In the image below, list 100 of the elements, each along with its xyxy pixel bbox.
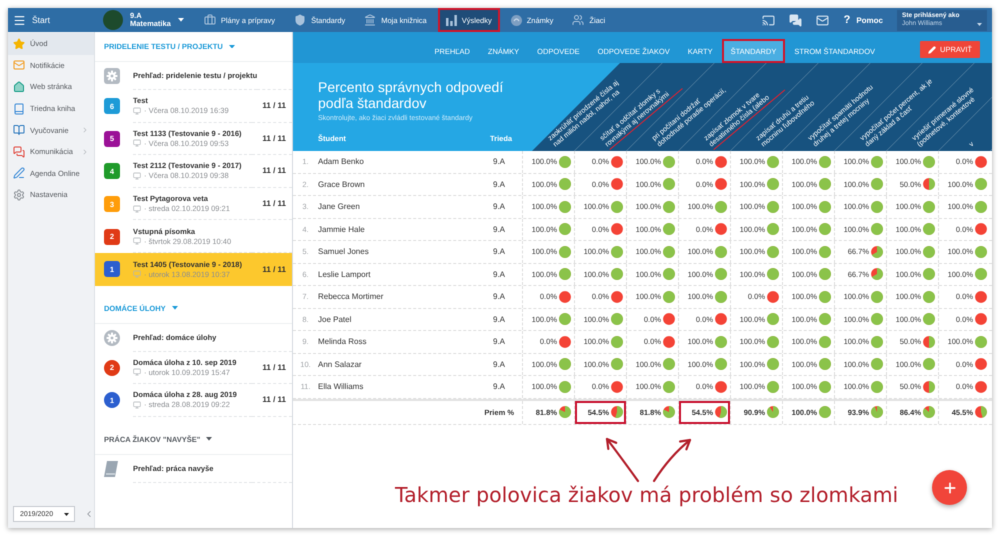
pie-chart-icon <box>767 406 779 418</box>
help-button[interactable]: ? Pomoc <box>844 14 883 26</box>
pen-icon <box>13 167 25 180</box>
building-icon <box>364 14 376 26</box>
pie-chart-icon <box>715 156 727 168</box>
pie-chart-icon <box>559 246 571 258</box>
pie-chart-icon <box>871 336 883 348</box>
pie-chart-icon <box>715 406 727 418</box>
monitor-icon <box>133 106 141 115</box>
pie-chart-icon <box>715 178 727 190</box>
pie-chart-icon <box>819 336 831 348</box>
star-icon <box>13 38 25 50</box>
pie-chart-icon <box>559 406 571 418</box>
menu-icon <box>13 14 26 26</box>
item-count: 11 / 11 <box>262 362 286 372</box>
class-cell-text: 9.A <box>492 360 506 369</box>
pie-chart-icon <box>611 246 623 258</box>
pie-chart-icon <box>663 156 675 168</box>
pie-chart-icon <box>871 178 883 190</box>
pie-chart-icon <box>767 156 779 168</box>
pie-chart-icon <box>663 313 675 326</box>
pie-chart-icon <box>767 380 779 393</box>
start-menu-button[interactable]: Štart <box>8 8 95 32</box>
student-name: Jane Green <box>318 202 361 212</box>
pie-chart-icon <box>767 313 779 326</box>
house-icon <box>13 80 25 93</box>
pie-chart-icon <box>767 290 779 303</box>
pie-chart-icon <box>871 380 883 393</box>
book-icon <box>104 460 118 477</box>
pie-chart-icon <box>767 200 779 213</box>
plus-icon <box>942 480 958 496</box>
pie-chart-icon <box>559 268 571 280</box>
pie-chart-icon <box>871 200 883 213</box>
pie-chart-icon <box>923 246 935 258</box>
item-count: 11 / 11 <box>262 101 286 110</box>
pie-chart-icon <box>819 380 831 393</box>
monitor-icon <box>133 237 141 246</box>
pie-chart-icon <box>975 156 987 168</box>
pie-chart-icon <box>819 246 831 258</box>
caret-icon <box>206 437 212 442</box>
item-count: 11 / 11 <box>262 264 286 274</box>
pie-chart-icon <box>715 313 727 326</box>
pie-chart-icon <box>559 200 571 213</box>
class-cell-text: 9.A <box>492 292 506 302</box>
caret-icon <box>228 44 235 48</box>
pie-chart-icon <box>975 246 987 258</box>
add-button[interactable] <box>932 470 967 505</box>
pie-chart-icon <box>559 156 571 168</box>
cast-icon[interactable] <box>762 14 775 26</box>
student-name: Joe Patel <box>318 314 352 324</box>
pie-chart-icon <box>975 358 987 370</box>
pie-chart-icon <box>819 223 831 236</box>
pie-chart-icon <box>559 313 571 326</box>
student-name: Samuel Jones <box>318 247 370 256</box>
monitor-icon <box>133 368 141 376</box>
pie-chart-icon <box>923 268 935 280</box>
pie-chart-icon <box>819 268 831 280</box>
pie-chart-icon <box>923 336 935 348</box>
pie-chart-icon <box>923 200 935 213</box>
class-cell-text: 9.A <box>492 247 506 256</box>
pie-chart-icon <box>923 156 935 168</box>
pie-chart-icon <box>819 178 831 190</box>
monitor-icon <box>133 204 141 213</box>
pie-chart-icon <box>975 178 987 190</box>
student-name: Melinda Ross <box>318 337 368 346</box>
gear-disc-icon <box>104 330 120 346</box>
pie-chart-icon <box>559 380 571 393</box>
pie-chart-icon <box>559 290 571 303</box>
caret-icon <box>178 18 184 22</box>
class-photo-placeholder <box>103 10 123 30</box>
pie-chart-icon <box>975 290 987 303</box>
item-count: 11 / 11 <box>262 199 286 208</box>
pie-chart-icon <box>663 406 675 418</box>
chat-icon[interactable] <box>788 14 802 26</box>
pie-chart-icon <box>923 358 935 370</box>
class-cell-text: 9.A <box>492 337 506 346</box>
pie-chart-icon <box>663 268 675 280</box>
pie-chart-icon <box>975 313 987 326</box>
pie-chart-icon <box>663 223 675 236</box>
pie-chart-icon <box>611 156 623 168</box>
student-name: Grace Brown <box>318 180 366 189</box>
student-name: Ella Williams <box>318 382 364 392</box>
pie-chart-icon <box>767 178 779 190</box>
bar-chart-icon <box>446 14 457 26</box>
pie-chart-icon <box>715 380 727 393</box>
annotation-arrow <box>652 438 692 482</box>
people-icon <box>572 14 584 26</box>
pie-chart-icon <box>715 200 727 213</box>
pie-chart-icon <box>819 358 831 370</box>
pie-chart-icon <box>611 313 623 326</box>
monitor-icon <box>133 139 141 148</box>
mail-icon[interactable] <box>816 14 829 26</box>
book-icon <box>13 102 25 115</box>
pie-chart-icon <box>663 380 675 393</box>
briefcase-icon <box>204 14 216 26</box>
class-cell-text: 9.A <box>492 202 506 212</box>
gear-icon <box>13 188 25 201</box>
pie-chart-icon <box>767 223 779 236</box>
pie-chart-icon <box>767 246 779 258</box>
pie-chart-icon <box>923 290 935 303</box>
